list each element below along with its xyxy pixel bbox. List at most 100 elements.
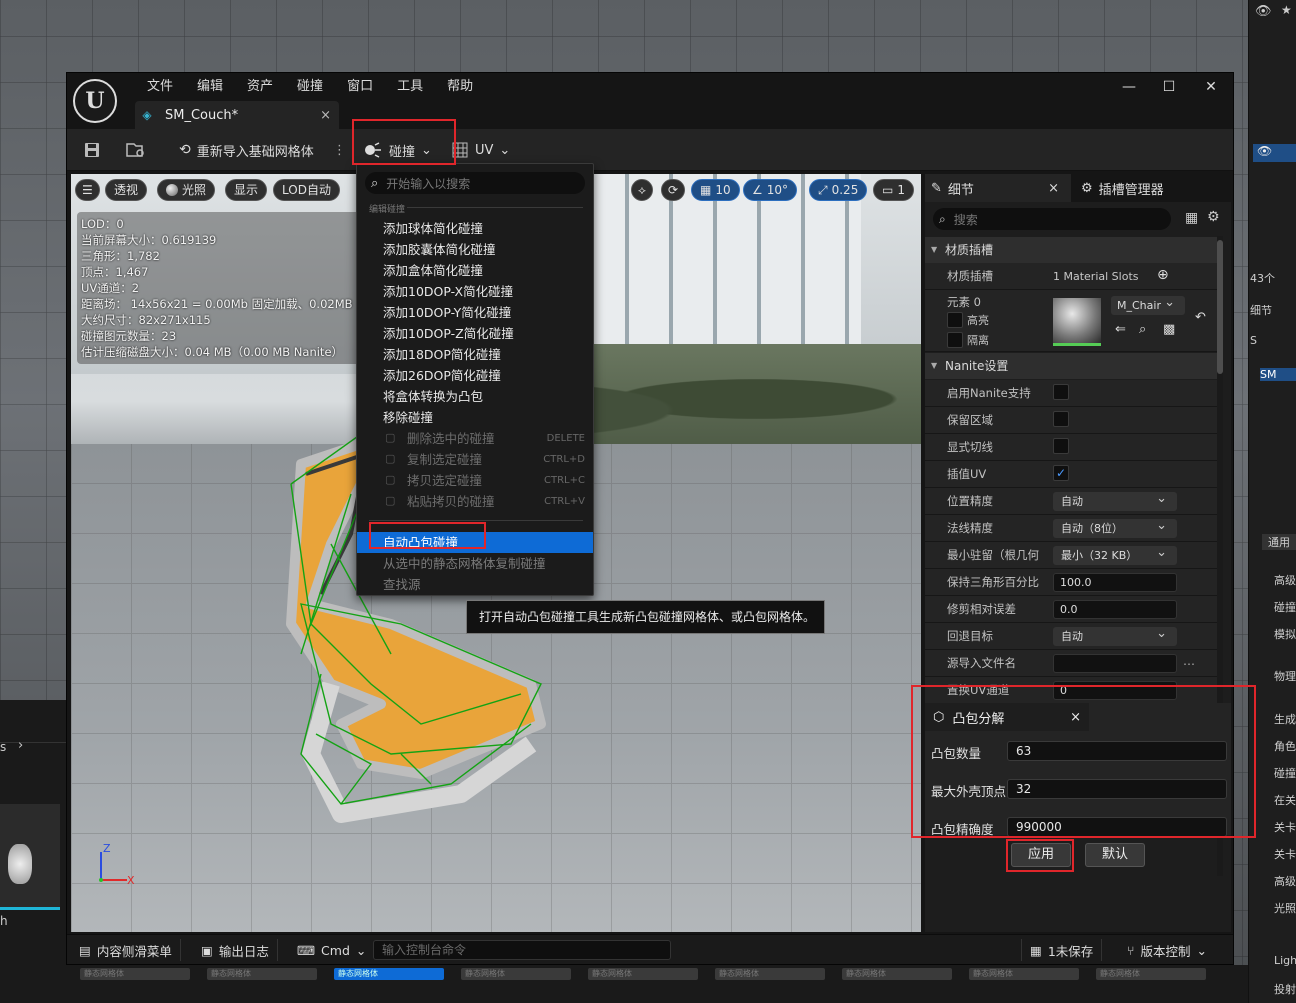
collision-menu-item[interactable]: 添加26DOP简化碰撞 — [357, 365, 593, 386]
rotate-icon[interactable]: ⟳ — [661, 179, 686, 201]
collision-menu-item[interactable]: 添加10DOP-Z简化碰撞 — [357, 323, 593, 344]
isolate-label: 隔离 — [967, 334, 989, 347]
material-slots-label: 材质插槽 — [947, 269, 993, 283]
stat-line: LOD：0 — [81, 217, 124, 231]
property-row: 回退目标 自动 — [925, 623, 1217, 650]
bottom-tile[interactable]: 静态网格体 — [842, 968, 952, 980]
bottom-tile[interactable]: 静态网格体 — [461, 968, 571, 980]
lod-button[interactable]: LOD自动 — [273, 179, 340, 201]
reset-icon[interactable]: ↶ — [1195, 310, 1206, 325]
section-material-slots[interactable]: 材质插槽 — [925, 237, 1217, 263]
version-control-button[interactable]: ⑂ 版本控制 ⌄ — [1119, 939, 1215, 961]
collision-menu-item[interactable]: 移除碰撞 — [357, 407, 593, 428]
add-slot-icon[interactable]: ⊕ — [1157, 267, 1169, 283]
annotation-auto-convex-highlight — [369, 522, 486, 549]
minimize-button[interactable]: — — [1109, 77, 1149, 97]
camera-speed-button[interactable]: ▭ 1 — [873, 179, 914, 201]
bottom-tile[interactable]: 静态网格体 — [207, 968, 317, 980]
browse-button[interactable] — [125, 137, 147, 163]
property-value-container — [1053, 411, 1069, 430]
scale-snap-button[interactable]: ⤢ 0.25 — [809, 179, 868, 201]
bottom-tile[interactable]: 静态网格体 — [1096, 968, 1206, 980]
collision-menu-item[interactable]: 添加18DOP简化碰撞 — [357, 344, 593, 365]
asset-tab[interactable]: ◈ SM_Couch* × — [135, 101, 339, 129]
highlight-checkbox[interactable] — [947, 312, 963, 328]
collision-menu-item[interactable]: 将盒体转换为凸包 — [357, 386, 593, 407]
cmd-dropdown[interactable]: ⌨ Cmd ⌄ — [289, 939, 374, 961]
menu-help[interactable]: 帮助 — [435, 77, 485, 97]
material-dropdown[interactable]: M_Chair — [1111, 293, 1185, 315]
asset-thumbnail[interactable] — [0, 804, 60, 910]
close-window-button[interactable]: ✕ — [1191, 77, 1231, 97]
property-input[interactable]: 100.0 — [1053, 573, 1177, 592]
star-icon[interactable]: ★ — [1281, 3, 1292, 17]
menu-collision[interactable]: 碰撞 — [285, 77, 335, 97]
bottom-tile[interactable]: 静态网格体 — [588, 968, 698, 980]
console-input[interactable]: 输入控制台命令 — [373, 940, 671, 960]
show-button[interactable]: 显示 — [225, 179, 268, 201]
isolate-checkbox[interactable] — [947, 332, 963, 348]
chevron-right-icon[interactable]: › — [18, 738, 23, 753]
collision-menu-item[interactable]: 添加球体简化碰撞 — [357, 218, 593, 239]
default-button[interactable]: 默认 — [1085, 843, 1145, 867]
lighting-button[interactable]: 光照 — [157, 179, 216, 201]
details-search-input[interactable]: ⌕ 搜索 — [933, 208, 1171, 230]
details-scrollbar-thumb[interactable] — [1217, 240, 1223, 374]
menu-edit[interactable]: 编辑 — [185, 77, 235, 97]
property-input[interactable] — [1053, 654, 1177, 673]
collision-search-input[interactable]: ⌕ 开始输入以搜索 — [365, 172, 585, 194]
property-checkbox[interactable]: ✓ — [1053, 465, 1069, 481]
property-dropdown[interactable]: 自动（8位） — [1053, 516, 1177, 538]
unsaved-button[interactable]: ▦ 1未保存 — [1021, 939, 1103, 961]
material-grid-icon[interactable]: ▩ — [1163, 322, 1175, 337]
axis-gizmo: Z X — [93, 842, 139, 888]
use-selected-icon[interactable]: ⇐ — [1115, 322, 1126, 337]
uv-dropdown-button[interactable]: UV ⌄ — [451, 137, 510, 163]
close-tab-icon[interactable]: × — [320, 108, 331, 123]
property-checkbox[interactable] — [1053, 438, 1069, 454]
tab-details[interactable]: ✎ 细节 × — [925, 174, 1071, 202]
maximize-button[interactable]: ☐ — [1149, 77, 1189, 97]
property-dropdown[interactable]: 自动 — [1053, 624, 1177, 646]
collision-menu-item[interactable]: 添加胶囊体简化碰撞 — [357, 239, 593, 260]
property-input[interactable]: 0.0 — [1053, 600, 1177, 619]
eye-icon[interactable]: 👁 — [1255, 4, 1272, 19]
table-view-icon[interactable]: ▦ — [1185, 210, 1198, 226]
viewport-menu-button[interactable]: ☰ — [75, 179, 100, 201]
output-log-button[interactable]: ▣ 输出日志 — [193, 939, 278, 961]
menu-window[interactable]: 窗口 — [335, 77, 385, 97]
collision-menu-item[interactable]: 查找源 — [357, 574, 593, 595]
property-checkbox[interactable] — [1053, 384, 1069, 400]
property-checkbox[interactable] — [1053, 411, 1069, 427]
transform-icon[interactable]: ⟡ — [631, 179, 653, 201]
bottom-tile[interactable]: 静态网格体 — [969, 968, 1079, 980]
browse-file-icon[interactable]: … — [1183, 654, 1195, 668]
perspective-button[interactable]: 透视 — [105, 179, 148, 201]
collision-menu-item[interactable]: 从选中的静态网格体复制碰撞 — [357, 553, 593, 574]
gear-icon[interactable]: ⚙ — [1207, 209, 1220, 225]
menu-asset[interactable]: 资产 — [235, 77, 285, 97]
property-dropdown[interactable]: 最小（32 KB） — [1053, 543, 1177, 565]
close-details-icon[interactable]: × — [1048, 181, 1059, 196]
menu-file[interactable]: 文件 — [135, 77, 185, 97]
collision-menu-item[interactable]: 添加10DOP-X简化碰撞 — [357, 281, 593, 302]
more-options-icon[interactable]: ⋮ — [333, 137, 346, 163]
bottom-tile-selected[interactable]: 静态网格体 — [334, 968, 444, 980]
content-drawer-button[interactable]: ▤ 内容侧滑菜单 — [71, 939, 181, 961]
grid-snap-button[interactable]: ▦ 10 — [691, 179, 740, 201]
browse-asset-icon[interactable]: ⌕ — [1139, 322, 1146, 337]
outliner-selected-row[interactable]: 👁 — [1253, 144, 1296, 162]
menu-tools[interactable]: 工具 — [385, 77, 435, 97]
save-button[interactable] — [83, 137, 101, 163]
angle-snap-button[interactable]: ∠ 10° — [743, 179, 798, 201]
bottom-tile[interactable]: 静态网格体 — [715, 968, 825, 980]
property-dropdown[interactable]: 自动 — [1053, 489, 1177, 511]
bottom-tile[interactable]: 静态网格体 — [80, 968, 190, 980]
collision-menu-item[interactable]: 添加盒体简化碰撞 — [357, 260, 593, 281]
reimport-button[interactable]: ⟲ 重新导入基础网格体 — [179, 137, 314, 163]
shortcut-label: CTRL+D — [543, 454, 585, 465]
material-thumbnail[interactable] — [1053, 298, 1101, 346]
section-nanite-settings[interactable]: Nanite设置 — [925, 353, 1217, 379]
collision-menu-item[interactable]: 添加10DOP-Y简化碰撞 — [357, 302, 593, 323]
tab-socket-manager[interactable]: ⚙ 插槽管理器 — [1075, 174, 1225, 202]
